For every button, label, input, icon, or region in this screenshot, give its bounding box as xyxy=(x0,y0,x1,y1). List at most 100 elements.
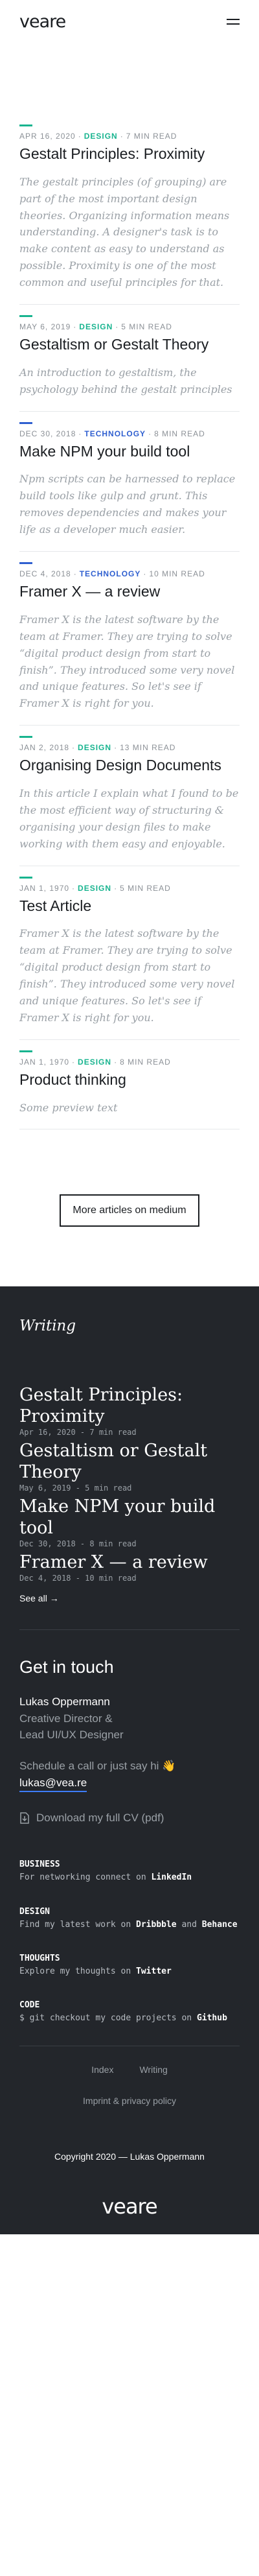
article-excerpt: In this article I explain what I found t… xyxy=(19,786,239,850)
article-title[interactable]: Gestalt Principles: Proximity xyxy=(19,145,240,163)
article-list: APR 16, 2020 · DESIGN · 7 MIN READ Gestalt Pr… xyxy=(0,43,259,1130)
article-date: JAN 1, 1970 xyxy=(19,883,70,893)
social-link[interactable]: Github xyxy=(197,2013,227,2023)
social-list: BUSINESS For networking connect on Linked… xyxy=(19,1858,240,2025)
writing-item-date: May 6, 2019 - 5 min read xyxy=(19,1483,132,1493)
social-link[interactable]: Dribbble xyxy=(136,1920,177,1930)
social-text-label: For networking connect on xyxy=(19,1873,146,1883)
writing-item-date: Dec 4, 2018 - 10 min read xyxy=(19,1574,137,1583)
contact-role: Creative Director & Lead UI/UX Designer xyxy=(19,1711,240,1743)
article-category[interactable]: TECHNOLOGY xyxy=(80,569,141,578)
social-text-label: Find my latest work on xyxy=(19,1919,131,1930)
copyright-text: Copyright 2020 — Lukas Oppermann xyxy=(54,2151,205,2162)
article-meta: APR 16, 2020 · DESIGN · 7 MIN READ xyxy=(19,132,240,141)
social-heading: CODE xyxy=(19,2000,40,2011)
meta-separator: · xyxy=(114,743,118,753)
article-category[interactable]: TECHNOLOGY xyxy=(84,429,146,438)
article-title[interactable]: Product thinking xyxy=(19,1070,240,1089)
article-title[interactable]: Make NPM your build tool xyxy=(19,442,240,461)
article-card[interactable]: JAN 1, 1970 · DESIGN · 5 MIN READ Test Articl… xyxy=(19,866,240,1040)
social-block: CODE $ git checkout my code projects on G… xyxy=(19,1999,240,2025)
meta-separator: · xyxy=(72,1057,76,1067)
site-header: veare xyxy=(0,0,259,43)
article-card[interactable]: DEC 30, 2018 · TECHNOLOGY · 8 MIN READ Make N… xyxy=(19,412,240,552)
social-heading: DESIGN xyxy=(19,1906,50,1917)
footer-logo[interactable]: veare xyxy=(19,2194,240,2234)
article-category[interactable]: DESIGN xyxy=(78,743,111,752)
meta-separator: · xyxy=(114,1057,118,1067)
social-block: THOUGHTS Explore my thoughts on Twitter xyxy=(19,1952,240,1978)
writing-item-title[interactable]: Framer X — a review xyxy=(19,1552,240,1574)
writing-item-title[interactable]: Make NPM your build tool xyxy=(19,1496,240,1539)
footer-nav-link[interactable]: Writing xyxy=(139,2064,167,2075)
meta-separator: · xyxy=(72,743,76,753)
writing-heading: Writing xyxy=(19,1318,76,1335)
site-logo[interactable]: veare xyxy=(19,12,66,32)
article-meta: DEC 4, 2018 · TECHNOLOGY · 10 MIN READ xyxy=(19,569,240,578)
category-accent-bar xyxy=(19,562,32,565)
category-accent-bar xyxy=(19,876,32,879)
article-category[interactable]: DESIGN xyxy=(84,132,118,141)
site-footer: Writing Gestalt Principles: Proximity Apr… xyxy=(0,1286,259,2235)
article-date: DEC 4, 2018 xyxy=(19,569,71,579)
download-cv-label: Download my full CV (pdf) xyxy=(36,1812,164,1825)
writing-item-title[interactable]: Gestalt Principles: Proximity xyxy=(19,1385,240,1428)
more-articles-button[interactable]: More articles on medium xyxy=(60,1194,199,1227)
social-link[interactable]: Behance xyxy=(202,1920,238,1930)
social-text-label: Explore my thoughts on xyxy=(19,1966,131,1976)
article-title[interactable]: Test Article xyxy=(19,897,240,916)
article-category[interactable]: DESIGN xyxy=(79,322,113,331)
article-meta: MAY 6, 2019 · DESIGN · 5 MIN READ xyxy=(19,322,240,331)
category-accent-bar xyxy=(19,421,32,424)
article-card[interactable]: JAN 1, 1970 · DESIGN · 8 MIN READ Product thi… xyxy=(19,1040,240,1130)
writing-item: Gestaltism or Gestalt Theory May 6, 2019 … xyxy=(19,1441,240,1493)
hamburger-menu-icon[interactable] xyxy=(227,18,240,25)
footer-nav-link[interactable]: Index xyxy=(91,2064,113,2075)
meta-separator: · xyxy=(120,132,124,141)
article-card[interactable]: MAY 6, 2019 · DESIGN · 5 MIN READ Gestaltism … xyxy=(19,305,240,412)
article-date: JAN 2, 2018 xyxy=(19,743,70,753)
article-category[interactable]: DESIGN xyxy=(78,1058,111,1067)
social-link[interactable]: Twitter xyxy=(136,1967,172,1976)
writing-item: Gestalt Principles: Proximity Apr 16, 202… xyxy=(19,1385,240,1437)
article-excerpt: Framer X is the latest software by the t… xyxy=(19,613,235,710)
article-title[interactable]: Gestaltism or Gestalt Theory xyxy=(19,335,240,354)
download-cv-link[interactable]: Download my full CV (pdf) xyxy=(19,1812,240,1825)
contact-role-line: Creative Director & xyxy=(19,1712,113,1725)
writing-item: Framer X — a review Dec 4, 2018 - 10 min … xyxy=(19,1552,240,1583)
menu-line xyxy=(227,23,240,25)
more-articles-wrap: More articles on medium xyxy=(0,1129,259,1286)
article-read-time: 10 MIN READ xyxy=(149,569,205,579)
article-date: MAY 6, 2019 xyxy=(19,322,71,332)
writing-item-title[interactable]: Gestaltism or Gestalt Theory xyxy=(19,1441,240,1483)
article-card[interactable]: DEC 4, 2018 · TECHNOLOGY · 10 MIN READ Framer… xyxy=(19,552,240,726)
category-accent-bar xyxy=(19,736,32,739)
writing-item-date: Dec 30, 2018 - 8 min read xyxy=(19,1539,137,1549)
footer-nav: Index Writing xyxy=(19,2046,240,2075)
meta-separator: · xyxy=(78,132,82,141)
article-excerpt: An introduction to gestaltism, the psych… xyxy=(19,366,232,396)
article-meta: JAN 1, 1970 · DESIGN · 5 MIN READ xyxy=(19,884,240,893)
meta-separator: · xyxy=(72,883,76,893)
article-card[interactable]: APR 16, 2020 · DESIGN · 7 MIN READ Gestalt Pr… xyxy=(19,114,240,305)
meta-separator: · xyxy=(115,322,119,332)
imprint-link[interactable]: Imprint & privacy policy xyxy=(19,2096,240,2106)
article-title[interactable]: Organising Design Documents xyxy=(19,756,240,775)
article-category[interactable]: DESIGN xyxy=(78,884,111,893)
social-text: Find my latest work on Dribbble and Beha… xyxy=(19,1919,238,1930)
article-read-time: 8 MIN READ xyxy=(120,1057,171,1067)
email-link[interactable]: lukas@vea.re xyxy=(19,1777,87,1793)
writing-list: Gestalt Principles: Proximity Apr 16, 202… xyxy=(19,1385,240,1583)
article-date: JAN 1, 1970 xyxy=(19,1057,70,1067)
meta-separator: · xyxy=(148,429,152,438)
social-link[interactable]: LinkedIn xyxy=(152,1873,192,1882)
contact-role-line: Lead UI/UX Designer xyxy=(19,1728,124,1741)
social-text: Explore my thoughts on Twitter xyxy=(19,1965,240,1978)
meta-separator: · xyxy=(73,322,77,332)
article-card[interactable]: JAN 2, 2018 · DESIGN · 13 MIN READ Organising… xyxy=(19,726,240,866)
category-accent-bar xyxy=(19,124,32,126)
social-block: DESIGN Find my latest work on Dribbble an… xyxy=(19,1906,240,1932)
article-title[interactable]: Framer X — a review xyxy=(19,582,240,601)
document-icon xyxy=(20,1812,29,1825)
see-all-link[interactable]: See all → xyxy=(19,1593,59,1603)
